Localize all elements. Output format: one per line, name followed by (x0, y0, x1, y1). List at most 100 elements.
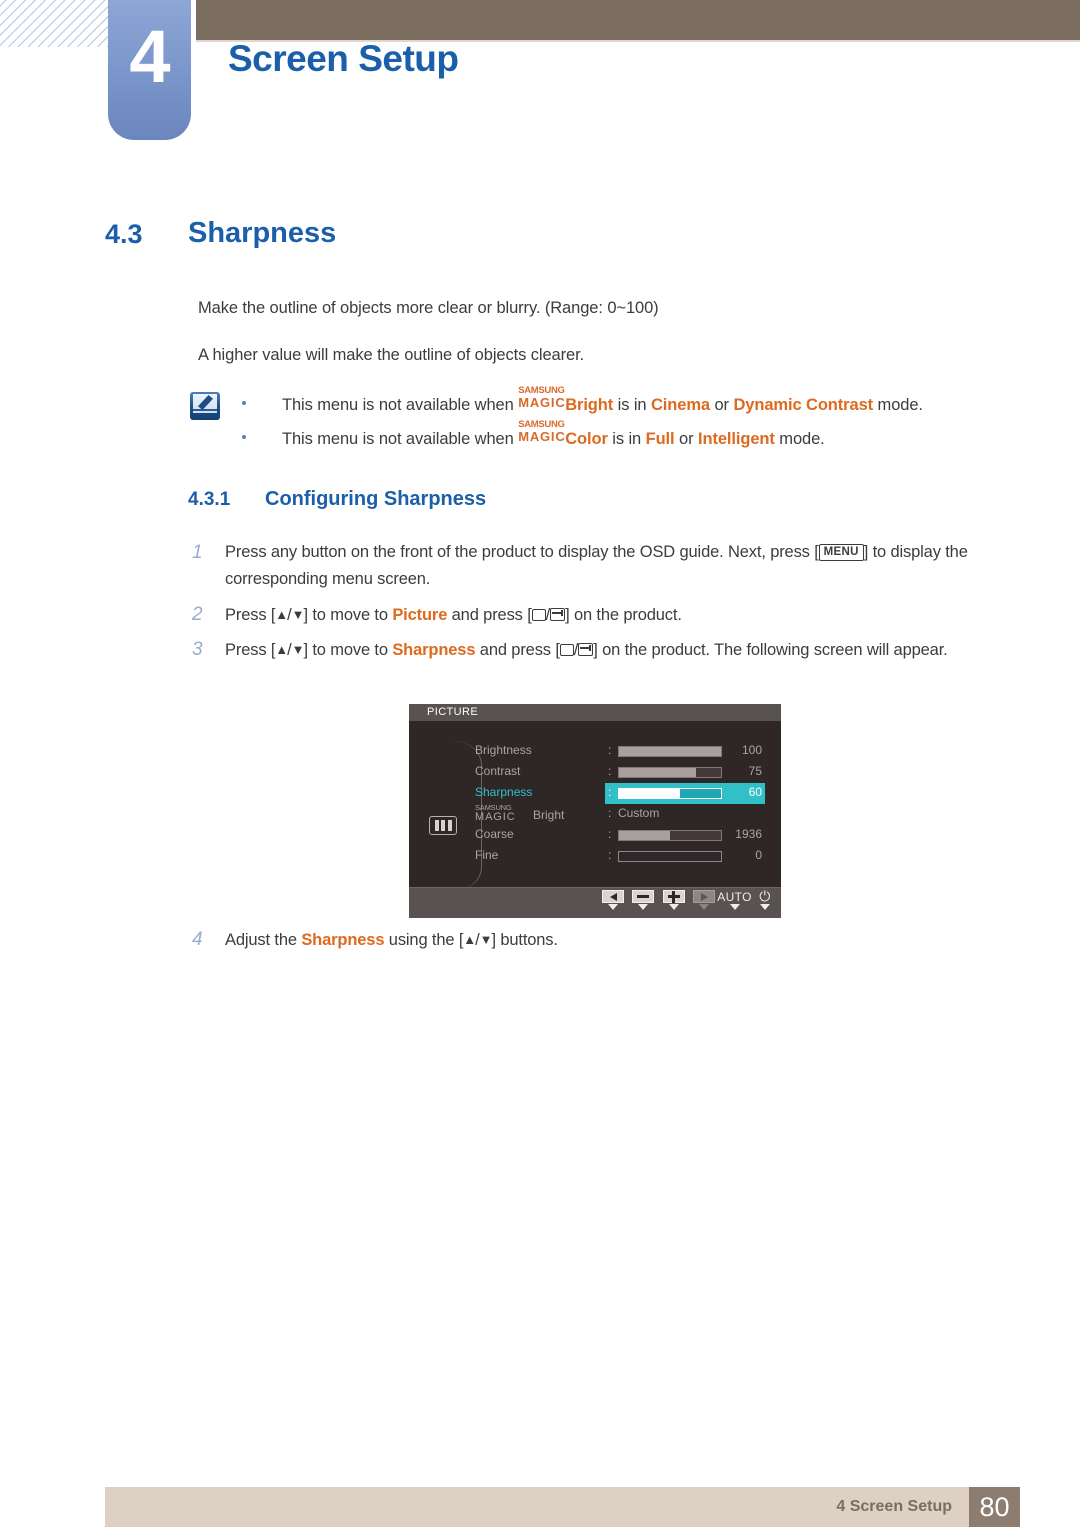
osd-row-colon: : (608, 848, 612, 862)
samsung-magic-bottom: MAGIC (518, 395, 566, 410)
right-triangle-icon (700, 892, 708, 901)
osd-row-magicbright[interactable]: SAMSUNG MAGIC Bright : Custom (409, 804, 781, 825)
osd-slider[interactable] (618, 851, 722, 862)
step-4: 4 Adjust the Sharpness using the [▲/▼] bu… (192, 926, 1015, 954)
osd-row-value: 0 (755, 848, 762, 862)
chapter-title: Screen Setup (228, 38, 459, 79)
step-number: 4 (192, 929, 203, 950)
bullet-dot (242, 435, 246, 439)
osd-title: PICTURE (427, 706, 479, 718)
osd-row-value: 1936 (735, 827, 762, 841)
osd-minus-button[interactable] (630, 890, 656, 910)
osd-button-bar: AUTO ⏻ (409, 887, 781, 918)
caret-down-icon (668, 904, 679, 910)
osd-plus-button[interactable] (661, 890, 687, 910)
osd-forward-button[interactable] (691, 890, 717, 910)
samsung-magic-logo: SAMSUNG MAGIC (518, 420, 566, 445)
osd-row-colon: : (608, 743, 612, 757)
osd-row-brightness[interactable]: Brightness : 100 (409, 741, 781, 762)
osd-row-coarse[interactable]: Coarse : 1936 (409, 825, 781, 846)
intro-paragraph-1: Make the outline of objects more clear o… (198, 299, 659, 317)
step-highlight: Sharpness (392, 641, 476, 659)
step-text-part-3: ] buttons. (491, 931, 558, 949)
footer-chapter-label: 4 Screen Setup (836, 1498, 952, 1515)
note-conj: or (710, 396, 734, 414)
osd-magic-bottom: MAGIC (475, 811, 516, 823)
caret-down-icon (759, 904, 770, 910)
osd-menu-screenshot: PICTURE Brightness : 100 Contrast : 75 S… (409, 704, 781, 918)
chapter-number: 4 (129, 15, 170, 98)
osd-row-value: 100 (741, 743, 762, 757)
step-text-part-1: Press any button on the front of the pro… (225, 543, 819, 561)
samsung-magic-logo: SAMSUNG MAGIC (518, 386, 566, 411)
osd-slider[interactable] (618, 767, 722, 778)
osd-row-sharpness[interactable]: Sharpness : 60 (409, 783, 781, 804)
up-arrow-icon: ▲ (463, 932, 476, 947)
note-value-2: Dynamic Contrast (733, 396, 874, 414)
minus-icon (637, 895, 650, 898)
osd-slider[interactable] (618, 830, 722, 841)
note-logo-suffix: Color (565, 430, 608, 448)
osd-row-colon: : (608, 785, 612, 799)
osd-row-contrast[interactable]: Contrast : 75 (409, 762, 781, 783)
osd-row-label: Contrast (475, 764, 521, 778)
step-text-part-2: ] to move to (303, 606, 393, 624)
step-text-part-2: using the [ (384, 931, 464, 949)
step-3: 3 Press [▲/▼] to move to Sharpness and pr… (192, 636, 1015, 664)
osd-auto-label: AUTO (717, 889, 752, 904)
step-text-part-1: Press [ (225, 641, 276, 659)
source-box-icon (531, 609, 546, 621)
menu-keycap: MENU (818, 544, 864, 561)
enter-icon (578, 643, 594, 656)
power-icon: ⏻ (759, 888, 771, 904)
note-list: This menu is not available when SAMSUNG M… (236, 386, 1016, 460)
step-text-part-1: Press [ (225, 606, 276, 624)
osd-row-value: 75 (748, 764, 762, 778)
caret-down-icon (729, 904, 740, 910)
osd-slider[interactable] (618, 746, 722, 757)
note-conj: or (674, 430, 698, 448)
note-tail: mode. (873, 396, 923, 414)
step-text-part-4: ] on the product. The following screen w… (593, 641, 948, 659)
osd-row-label: Fine (475, 848, 499, 862)
subsection-number: 4.3.1 (188, 489, 231, 510)
samsung-magic-bottom: MAGIC (518, 429, 566, 444)
note-value-1: Full (645, 430, 675, 448)
note-item: This menu is not available when SAMSUNG M… (236, 386, 1016, 416)
left-triangle-icon (609, 892, 617, 901)
page-number: 80 (979, 1492, 1010, 1522)
up-arrow-icon: ▲ (275, 642, 288, 657)
step-text-part-2: ] to move to (303, 641, 393, 659)
down-arrow-icon: ▼ (291, 642, 305, 657)
step-text-part-4: ] on the product. (565, 606, 682, 624)
down-arrow-icon: ▼ (479, 932, 493, 947)
step-highlight: Picture (392, 606, 448, 624)
step-number: 2 (192, 604, 203, 625)
caret-down-icon (608, 904, 618, 910)
osd-back-button[interactable] (600, 890, 626, 910)
osd-power-button[interactable]: ⏻ (752, 888, 778, 910)
note-logo-suffix: Bright (565, 396, 614, 414)
decorative-hatch-pattern (0, 0, 108, 47)
osd-slider[interactable] (618, 788, 722, 799)
note-item: This menu is not available when SAMSUNG M… (236, 420, 1016, 450)
note-mid: is in (613, 396, 651, 414)
osd-magic-suffix: Bright (533, 808, 565, 822)
page-footer: 4 Screen Setup 80 (105, 1487, 1020, 1527)
subsection-title: Configuring Sharpness (265, 488, 487, 510)
osd-row-label: Coarse (475, 827, 514, 841)
step-text-part-1: Adjust the (225, 931, 302, 949)
note-text-prefix: This menu is not available when (282, 396, 519, 414)
caret-down-icon (638, 904, 649, 910)
step-highlight: Sharpness (301, 931, 385, 949)
header-brown-bar (196, 0, 1080, 40)
bullet-dot (242, 401, 246, 405)
osd-row-label: Sharpness (475, 785, 533, 799)
step-2: 2 Press [▲/▼] to move to Picture and pres… (192, 601, 1015, 629)
up-arrow-icon: ▲ (275, 607, 288, 622)
note-text-prefix: This menu is not available when (282, 430, 519, 448)
osd-row-fine[interactable]: Fine : 0 (409, 846, 781, 867)
osd-row-value: 60 (748, 785, 762, 799)
note-value-2: Intelligent (697, 430, 775, 448)
osd-auto-button[interactable]: AUTO (717, 890, 752, 910)
